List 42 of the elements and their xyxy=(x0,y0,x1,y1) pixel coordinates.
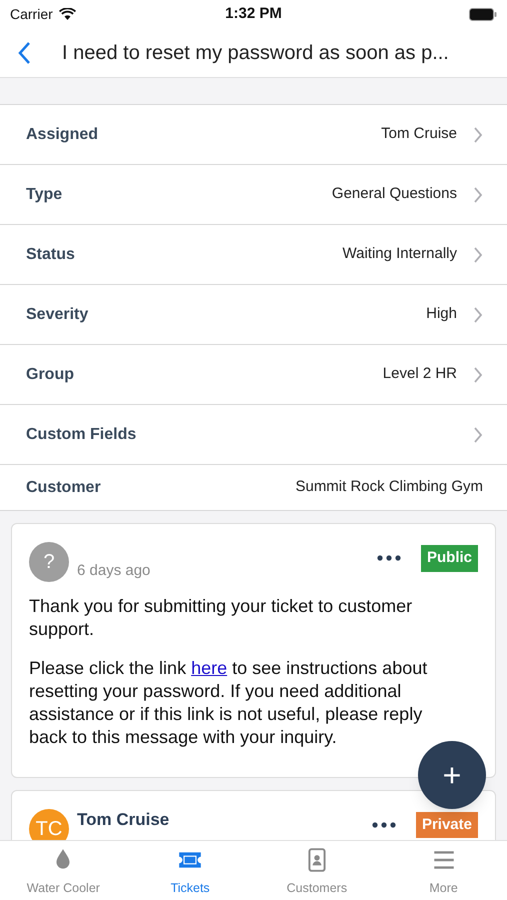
field-value: Summit Rock Climbing Gym xyxy=(295,477,483,498)
field-label: Customer xyxy=(26,478,101,498)
field-label: Assigned xyxy=(26,124,98,144)
more-icon[interactable] xyxy=(376,555,401,562)
field-label: Group xyxy=(26,364,74,384)
field-row[interactable]: Type General Questions xyxy=(0,165,507,225)
battery-icon xyxy=(469,8,497,20)
field-row[interactable]: Custom Fields xyxy=(0,405,507,465)
field-value: General Questions xyxy=(332,184,457,204)
field-label: Type xyxy=(26,184,62,204)
field-value: High xyxy=(426,304,457,324)
message-time: 6 days ago xyxy=(77,561,152,581)
field-row[interactable]: Assigned Tom Cruise xyxy=(0,105,507,165)
avatar: TC xyxy=(29,808,69,840)
author-name: Tom Cruise xyxy=(77,808,170,830)
avatar: ? xyxy=(29,542,69,582)
field-label: Custom Fields xyxy=(26,424,136,444)
back-icon xyxy=(18,40,30,64)
chevron-right-icon xyxy=(473,186,483,202)
field-value: Level 2 HR xyxy=(382,364,457,384)
visibility-badge: Private xyxy=(416,812,478,838)
field-row[interactable]: Severity High xyxy=(0,285,507,345)
chevron-right-icon xyxy=(473,126,483,142)
visibility-badge: Public xyxy=(420,545,478,572)
field-label: Status xyxy=(26,244,75,264)
wifi-icon xyxy=(58,8,76,20)
tab-bar-item[interactable]: Tickets xyxy=(126,841,254,900)
clock: 1:32 PM xyxy=(225,4,282,24)
chevron-right-icon xyxy=(473,246,483,262)
field-label: Severity xyxy=(26,304,88,324)
chevron-right-icon xyxy=(473,366,483,382)
field-value: Tom Cruise xyxy=(381,124,457,144)
message-paragraph: Thank you for submitting your ticket to customer support. xyxy=(29,594,414,640)
chevron-right-icon xyxy=(473,306,483,322)
here-link[interactable]: here xyxy=(191,658,228,678)
field-row[interactable]: Status Waiting Internally xyxy=(0,225,507,285)
field-row[interactable]: Group Level 2 HR xyxy=(0,345,507,405)
chevron-right-icon xyxy=(473,426,483,442)
ticket-title: I need to reset my password as soon as p... xyxy=(62,40,449,66)
carrier-label: Carrier xyxy=(10,4,53,24)
field-value: Waiting Internally xyxy=(342,244,457,264)
more-icon[interactable] xyxy=(372,822,396,828)
